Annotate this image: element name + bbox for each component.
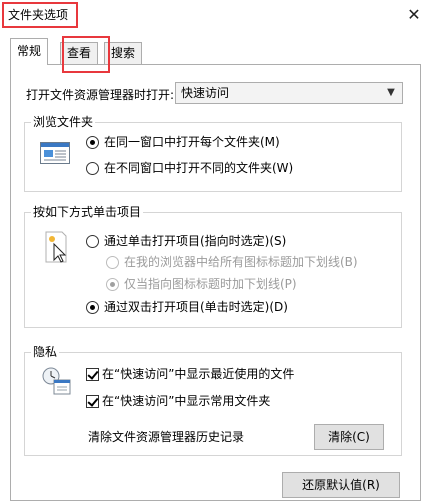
open-explorer-label: 打开文件资源管理器时打开: (26, 88, 175, 102)
show-recent-files-label: 在“快速访问”中显示最近使用的文件 (102, 367, 295, 381)
show-frequent-folders-label: 在“快速访问”中显示常用文件夹 (102, 394, 271, 408)
underline-hover-radio[interactable] (106, 278, 119, 291)
tab-search-label: 搜索 (111, 46, 136, 60)
clear-button[interactable]: 清除(C) (314, 424, 384, 450)
clear-history-label: 清除文件资源管理器历史记录 (88, 430, 245, 444)
title-bar: 文件夹选项 ✕ (0, 0, 431, 32)
double-click-radio[interactable] (86, 301, 99, 314)
single-click-radio[interactable] (86, 235, 99, 248)
privacy-title: 隐私 (31, 345, 60, 359)
tab-general-label: 常规 (17, 44, 42, 58)
click-items-title: 按如下方式单击项目 (31, 205, 144, 219)
tab-general[interactable]: 常规 (10, 38, 49, 65)
open-explorer-value: 快速访问 (181, 86, 230, 100)
single-click-label: 通过单击打开项目(指向时选定)(S) (104, 234, 287, 248)
tab-highlight-box (62, 36, 110, 73)
underline-hover-label: 仅当指向图标标题时加下划线(P) (124, 277, 297, 291)
browse-window-icon (40, 142, 70, 164)
browse-folders-group: 浏览文件夹 (24, 115, 402, 192)
browse-new-window-label: 在不同窗口中打开不同的文件夹(W) (104, 161, 294, 175)
browse-same-window-label: 在同一窗口中打开每个文件夹(M) (104, 135, 280, 149)
browse-same-window-radio[interactable] (86, 136, 99, 149)
privacy-icon (42, 367, 71, 395)
browse-folders-title: 浏览文件夹 (31, 115, 96, 129)
close-icon[interactable]: ✕ (403, 4, 425, 26)
show-recent-files-checkbox[interactable] (86, 368, 99, 381)
browse-new-window-radio[interactable] (86, 162, 99, 175)
show-frequent-folders-checkbox[interactable] (86, 395, 99, 408)
underline-always-radio[interactable] (106, 256, 119, 269)
pointer-click-icon (45, 231, 67, 263)
chevron-down-icon: ▼ (387, 87, 395, 98)
title-highlight-box (2, 2, 78, 28)
restore-defaults-button[interactable]: 还原默认值(R) (282, 472, 400, 498)
double-click-label: 通过双击打开项目(单击时选定)(D) (104, 300, 288, 314)
open-explorer-select[interactable]: 快速访问 ▼ (175, 82, 403, 104)
underline-always-label: 在我的浏览器中给所有图标标题加下划线(B) (124, 255, 358, 269)
